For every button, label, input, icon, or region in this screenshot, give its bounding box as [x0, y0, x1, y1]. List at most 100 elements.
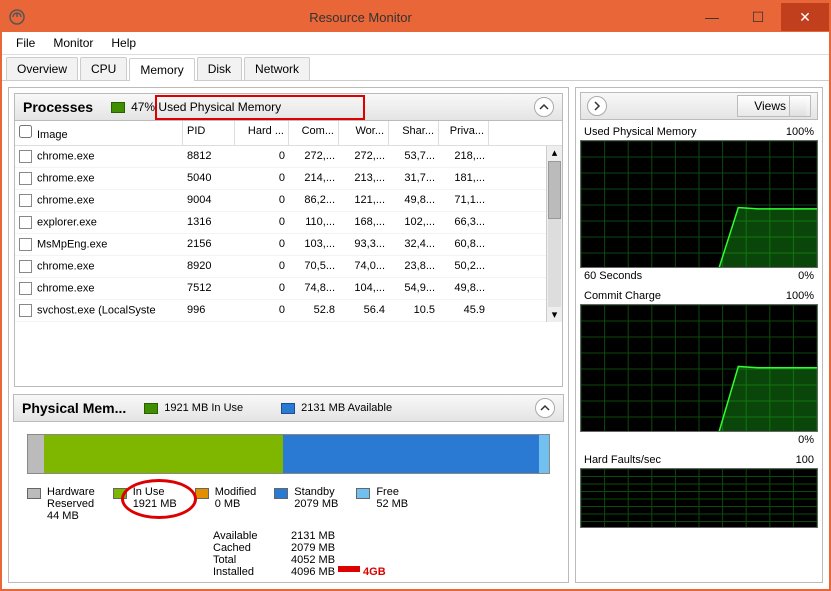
collapse-button[interactable]: [535, 398, 555, 418]
table-row[interactable]: MsMpEng.exe21560103,...93,3...32,4...60,…: [15, 234, 546, 256]
stat-label: Installed: [213, 566, 291, 578]
cell: explorer.exe: [15, 212, 183, 233]
stat-value: 4052 MB: [291, 554, 335, 566]
cell: 272,...: [339, 146, 389, 167]
col-com[interactable]: Com...: [289, 121, 339, 145]
chart-max: 100%: [786, 126, 814, 138]
chart-title: Hard Faults/sec: [584, 454, 661, 466]
cell: 70,5...: [289, 256, 339, 277]
collapse-button[interactable]: [534, 97, 554, 117]
seg-in-use: [44, 435, 284, 473]
cell: 103,...: [289, 234, 339, 255]
cell: 5040: [183, 168, 235, 189]
left-pane: Processes 47% Used Physical Memory Image…: [8, 87, 569, 583]
cell: 0: [235, 146, 289, 167]
table-row[interactable]: chrome.exe7512074,8...104,...54,9...49,8…: [15, 278, 546, 300]
processes-header[interactable]: Processes 47% Used Physical Memory: [14, 93, 563, 121]
col-image[interactable]: Image: [37, 129, 68, 141]
swatch-inuse-icon: [113, 488, 127, 499]
cell: 53,7...: [389, 146, 439, 167]
stat-value: 2079 MB: [291, 542, 335, 554]
memory-bar: [27, 434, 550, 474]
col-shar[interactable]: Shar...: [389, 121, 439, 145]
processes-usage: 47% Used Physical Memory: [131, 100, 281, 114]
stat-label: Cached: [213, 542, 291, 554]
memory-swatch-icon: [111, 102, 125, 113]
menu-file[interactable]: File: [8, 34, 43, 52]
chart-title: Commit Charge: [584, 290, 661, 302]
col-hard[interactable]: Hard ...: [235, 121, 289, 145]
views-dropdown[interactable]: Views: [737, 95, 811, 117]
stat-value: 2131 MB: [291, 530, 335, 542]
table-row[interactable]: chrome.exe9004086,2...121,...49,8...71,1…: [15, 190, 546, 212]
chart-hard-faults: Hard Faults/sec100: [580, 452, 818, 528]
minimize-button[interactable]: —: [689, 3, 735, 31]
col-priv[interactable]: Priva...: [439, 121, 489, 145]
tab-overview[interactable]: Overview: [6, 57, 78, 80]
right-pane: Views Used Physical Memory100% 60 Second…: [575, 87, 823, 583]
cell: 181,...: [439, 168, 489, 189]
tab-cpu[interactable]: CPU: [80, 57, 127, 80]
cell: 54,9...: [389, 278, 439, 299]
tab-disk[interactable]: Disk: [197, 57, 242, 80]
cell: 110,...: [289, 212, 339, 233]
cell: chrome.exe: [15, 168, 183, 189]
menu-monitor[interactable]: Monitor: [45, 34, 101, 52]
cell: 52.8: [289, 300, 339, 321]
tab-memory[interactable]: Memory: [129, 58, 194, 81]
cell: 213,...: [339, 168, 389, 189]
annotation-text: 4GB: [363, 566, 386, 578]
cell: 86,2...: [289, 190, 339, 211]
legend-label: In Use: [133, 486, 177, 498]
chart-used-physical-memory: Used Physical Memory100% 60 Seconds0%: [580, 124, 818, 284]
tab-network[interactable]: Network: [244, 57, 310, 80]
tabbar: Overview CPU Memory Disk Network: [2, 55, 829, 81]
table-scrollbar[interactable]: ▴ ▾: [546, 146, 562, 322]
table-row[interactable]: svchost.exe (LocalSyste996052.856.410.54…: [15, 300, 546, 322]
cell: 93,3...: [339, 234, 389, 255]
stat-label: Available: [213, 530, 291, 542]
cell: 74,0...: [339, 256, 389, 277]
inuse-swatch-icon: [144, 403, 158, 414]
chart-max: 100%: [786, 290, 814, 302]
legend-label: Reserved: [47, 498, 95, 510]
chart-commit-charge: Commit Charge100% 0%: [580, 288, 818, 448]
table-row[interactable]: chrome.exe8920070,5...74,0...23,8...50,2…: [15, 256, 546, 278]
cell: 7512: [183, 278, 235, 299]
app-icon: [2, 2, 32, 32]
legend-label: Modified: [215, 486, 257, 498]
processes-title: Processes: [23, 99, 93, 115]
legend-value: 52 MB: [376, 498, 408, 510]
select-all-checkbox[interactable]: [19, 125, 32, 138]
seg-hardware-reserved: [28, 435, 44, 473]
menu-help[interactable]: Help: [103, 34, 144, 52]
col-wor[interactable]: Wor...: [339, 121, 389, 145]
cell: 31,7...: [389, 168, 439, 189]
swatch-modified-icon: [195, 488, 209, 499]
close-button[interactable]: ✕: [781, 3, 829, 31]
cell: 102,...: [389, 212, 439, 233]
cell: chrome.exe: [15, 146, 183, 167]
cell: 104,...: [339, 278, 389, 299]
stat-value: 4096 MB: [291, 566, 335, 578]
table-row[interactable]: explorer.exe13160110,...168,...102,...66…: [15, 212, 546, 234]
expand-button[interactable]: [587, 96, 607, 116]
stat-label: Total: [213, 554, 291, 566]
physmem-header[interactable]: Physical Mem... 1921 MB In Use 2131 MB A…: [13, 394, 564, 422]
processes-panel: Processes 47% Used Physical Memory Image…: [13, 92, 564, 388]
legend-value: 1921 MB: [133, 498, 177, 510]
maximize-button[interactable]: ☐: [735, 3, 781, 31]
cell: 0: [235, 300, 289, 321]
col-pid[interactable]: PID: [183, 121, 235, 145]
cell: 0: [235, 168, 289, 189]
table-row[interactable]: chrome.exe88120272,...272,...53,7...218,…: [15, 146, 546, 168]
table-row[interactable]: chrome.exe50400214,...213,...31,7...181,…: [15, 168, 546, 190]
titlebar[interactable]: Resource Monitor — ☐ ✕: [2, 2, 829, 32]
cell: 0: [235, 212, 289, 233]
cell: 218,...: [439, 146, 489, 167]
cell: 272,...: [289, 146, 339, 167]
cell: 10.5: [389, 300, 439, 321]
cell: chrome.exe: [15, 278, 183, 299]
physmem-title: Physical Mem...: [22, 400, 126, 416]
cell: 66,3...: [439, 212, 489, 233]
